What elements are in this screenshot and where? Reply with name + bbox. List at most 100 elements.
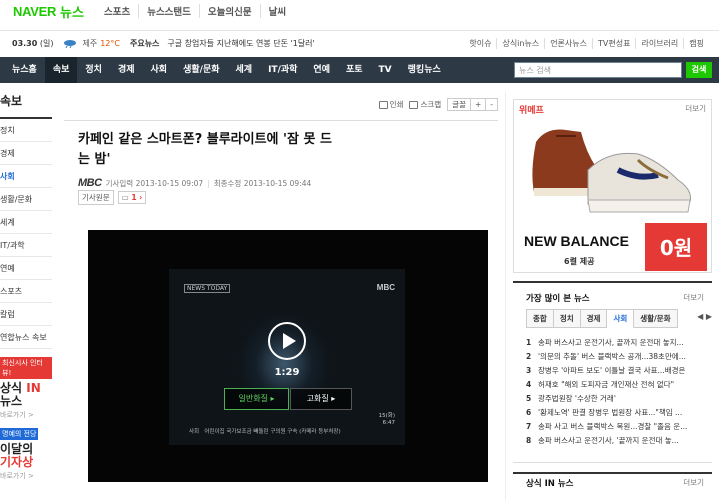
news-today-tag: NEWS TODAY: [184, 284, 231, 293]
promo-sangsik-title: 상식 IN 뉴스: [0, 381, 41, 408]
service-link-newsstand[interactable]: 뉴스스탠드: [138, 4, 199, 18]
major-news-headline[interactable]: 구글 창업자들 지난해에도 연봉 단돈 '1달러': [167, 38, 314, 49]
promo-hall-more[interactable]: 바로가기 >: [0, 471, 52, 481]
search-button[interactable]: 검색: [686, 62, 712, 78]
quick-link-press[interactable]: 언론사뉴스: [544, 38, 592, 49]
tab-arrows[interactable]: ◀ ▶: [697, 312, 712, 321]
ad-sub: 6켤 제공: [564, 257, 595, 266]
printer-icon: [378, 100, 388, 109]
sangsik-news-more[interactable]: 더보기: [683, 477, 704, 488]
list-item[interactable]: 6 '황제노역' 판결 장병우 법원장 사표..."책임 ...: [526, 405, 712, 419]
tab-overall[interactable]: 종합: [526, 309, 554, 328]
font-controls: 글꼴 + -: [447, 98, 498, 111]
font-minus-button[interactable]: -: [485, 99, 497, 110]
channel-logo: MBC: [376, 283, 395, 292]
date-display: 03.30 (일): [12, 39, 54, 48]
print-button[interactable]: 인쇄: [378, 99, 403, 110]
quick-link-hot-issue[interactable]: 핫이슈: [464, 38, 496, 49]
nav-life-culture[interactable]: 생활/문화: [175, 57, 227, 83]
article-meta: MBC 기사입력 2013-10-15 09:07 | 최종수정 2013-10…: [78, 177, 312, 189]
nav-entertainment[interactable]: 연예: [305, 57, 338, 83]
play-button[interactable]: [268, 322, 306, 360]
most-viewed-more[interactable]: 더보기: [683, 292, 704, 303]
main-nav: 뉴스홈 속보 정치 경제 사회 생활/문화 세계 IT/과학 연예 포토 TV …: [0, 57, 719, 83]
video-frame: NEWS TODAY MBC 1:29 일반화질 ▸ 고화질 ▸ 15(화) 6:…: [169, 269, 405, 445]
ad-label: 위메프: [519, 106, 544, 116]
sidebar-item-politics[interactable]: 정치: [0, 119, 52, 142]
article-actions: 기사원문 ▭ 1 ›: [78, 190, 147, 205]
quick-link-tv-schedule[interactable]: TV편성표: [592, 38, 635, 49]
list-item[interactable]: 4 허재호 "해외 도피자금 개인재산 전혀 없다": [526, 377, 712, 391]
nav-society[interactable]: 사회: [143, 57, 176, 83]
shopping-ad[interactable]: 위메프 더보기 NEW BALANCE 6켤 제공 0원: [513, 99, 712, 273]
press-logo[interactable]: MBC: [78, 177, 102, 189]
nav-it-science[interactable]: IT/과학: [260, 57, 305, 83]
font-plus-button[interactable]: +: [469, 99, 485, 110]
sidebar-item-it-science[interactable]: IT/과학: [0, 234, 52, 257]
ranking-list: 1 송파 버스사고 운전기사, 끝까지 운전대 놓지... 2 '의문의 추돌' 버…: [526, 335, 712, 447]
sidebar-item-world[interactable]: 세계: [0, 211, 52, 234]
list-item[interactable]: 5 광주법원장 '수상한 거래': [526, 391, 712, 405]
sangsik-news-title: 상식 IN 뉴스: [526, 479, 574, 489]
column-divider: [505, 92, 506, 500]
original-article-button[interactable]: 기사원문: [78, 190, 114, 205]
nav-tv[interactable]: TV: [371, 57, 400, 83]
ad-brand: NEW BALANCE: [524, 233, 629, 249]
naver-logo[interactable]: NAVER: [13, 4, 56, 19]
video-player[interactable]: NEWS TODAY MBC 1:29 일반화질 ▸ 고화질 ▸ 15(화) 6:…: [88, 230, 488, 482]
search-input[interactable]: 뉴스 검색: [514, 62, 682, 78]
nav-world[interactable]: 세계: [228, 57, 261, 83]
font-button[interactable]: 글꼴: [448, 99, 470, 110]
promo-hall-of-fame[interactable]: 명예의 전당 이달의 기자상 바로가기 >: [0, 420, 52, 481]
list-item[interactable]: 7 송파 사고 버스 블랙박스 복원...경찰 "졸음 운...: [526, 419, 712, 433]
nav-economy[interactable]: 경제: [110, 57, 143, 83]
list-item[interactable]: 1 송파 버스사고 운전기사, 끝까지 운전대 놓지...: [526, 335, 712, 349]
most-viewed-title: 가장 많이 본 뉴스: [526, 294, 590, 304]
scrap-button[interactable]: 스크랩: [409, 99, 441, 110]
list-item[interactable]: 8 송파 버스사고 운전기사, '끝까지 운전대 놓...: [526, 433, 712, 447]
news-section-logo[interactable]: 뉴스: [60, 2, 84, 21]
service-link-sports[interactable]: 스포츠: [96, 4, 138, 18]
comment-icon: ▭: [121, 193, 129, 202]
quick-link-sangsik[interactable]: 상식in뉴스: [496, 38, 544, 49]
sneaker-image: [587, 152, 691, 213]
quick-link-camping[interactable]: 캠핑: [683, 38, 709, 49]
tab-economy[interactable]: 경제: [580, 309, 608, 328]
quick-link-library[interactable]: 라이브러리: [635, 38, 683, 49]
quality-high-button[interactable]: 고화질 ▸: [290, 388, 352, 410]
major-news-label: 주요뉴스: [129, 39, 160, 48]
scrap-icon: [409, 100, 419, 109]
quality-normal-button[interactable]: 일반화질 ▸: [224, 388, 289, 410]
info-bar: 03.30 (일) 제주 12°C 주요뉴스 구글 창업자들 지난해에도 연봉 …: [0, 30, 719, 56]
ad-more-link[interactable]: 더보기: [685, 103, 706, 114]
nav-photo[interactable]: 포토: [338, 57, 371, 83]
sidebar-item-column[interactable]: 칼럼: [0, 303, 52, 326]
promo-sangsik[interactable]: 최신시사 인터뷰! 상식 IN 뉴스 바로가기 >: [0, 349, 52, 420]
list-item[interactable]: 2 '의문의 추돌' 버스 블랙박스 공개...38초만에...: [526, 349, 712, 363]
cloud-rain-icon: [64, 40, 77, 48]
ranking-tabs: 종합 정치 경제 사회 생활/문화: [526, 309, 678, 328]
weather-region[interactable]: 제주: [82, 38, 97, 49]
nav-news-home[interactable]: 뉴스홈: [4, 57, 45, 83]
promo-sangsik-label: 최신시사 인터뷰!: [0, 357, 52, 379]
sidebar-item-sports[interactable]: 스포츠: [0, 280, 52, 303]
sidebar-item-life-culture[interactable]: 생활/문화: [0, 188, 52, 211]
tab-politics[interactable]: 정치: [553, 309, 581, 328]
service-link-newspaper[interactable]: 오늘의신문: [198, 4, 260, 18]
tab-society[interactable]: 사회: [607, 309, 635, 328]
service-link-weather[interactable]: 날씨: [259, 4, 294, 18]
promo-sangsik-more[interactable]: 바로가기 >: [0, 410, 52, 420]
nav-politics[interactable]: 정치: [77, 57, 110, 83]
sidebar-item-society[interactable]: 사회: [0, 165, 52, 188]
sidebar-item-economy[interactable]: 경제: [0, 142, 52, 165]
weather-temp: 12°C: [100, 39, 120, 48]
list-item[interactable]: 3 장병우 '아파트 보도' 이틀날 결국 사표...배경은: [526, 363, 712, 377]
nav-ranking[interactable]: 랭킹뉴스: [400, 57, 449, 83]
play-icon: [283, 333, 296, 349]
nav-breaking[interactable]: 속보: [44, 57, 78, 83]
comment-button[interactable]: ▭ 1 ›: [117, 191, 147, 204]
video-caption: 사회 어린이집 국가보조금 빼돌린 구의원 구속 (카메라 등부처장): [189, 429, 341, 435]
sidebar-item-entertainment[interactable]: 연예: [0, 257, 52, 280]
tab-life-culture[interactable]: 생활/문화: [634, 309, 678, 328]
sidebar-item-yonhap[interactable]: 연합뉴스 속보: [0, 326, 52, 349]
